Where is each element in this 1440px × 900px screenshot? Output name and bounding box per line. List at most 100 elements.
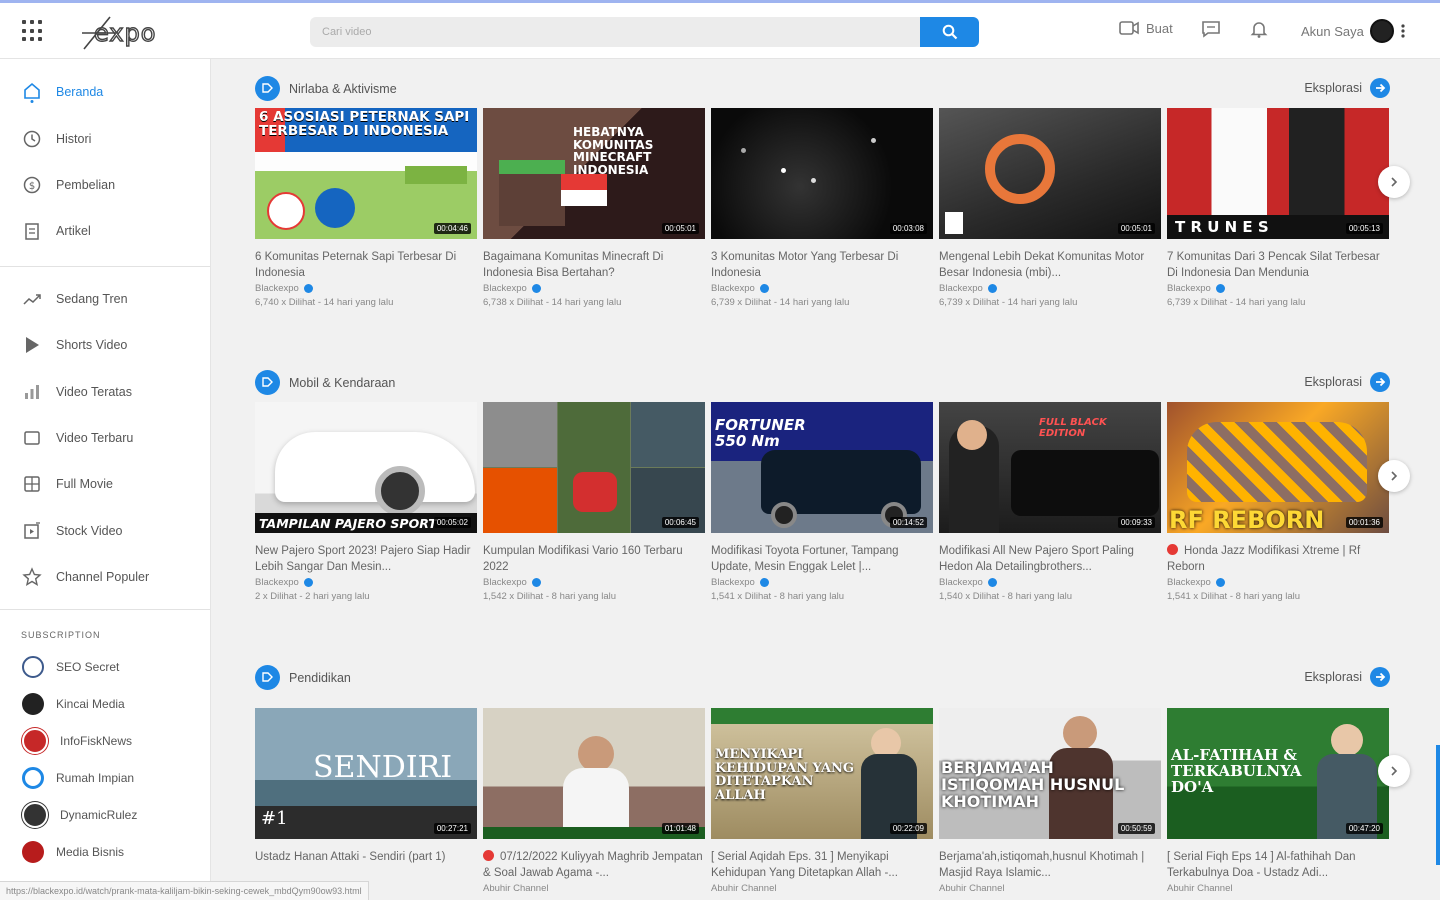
history-icon (23, 130, 41, 148)
video-title[interactable]: 6 Komunitas Peternak Sapi Terbesar Di In… (255, 249, 477, 281)
video-card[interactable]: FORTUNER 550 Nm 00:14:52 Modifikasi Toyo… (711, 402, 933, 602)
sidebar-item-video-teratas[interactable]: Video Teratas (20, 380, 132, 404)
video-thumbnail[interactable]: SENDIRI #1 00:27:21 (255, 708, 477, 839)
video-card[interactable]: SENDIRI #1 00:27:21 Ustadz Hanan Attaki … (255, 708, 477, 883)
channel-name[interactable]: Blackexpo (939, 283, 983, 294)
sidebar-item-pembelian[interactable]: $ Pembelian (20, 173, 115, 197)
channel-name[interactable]: Blackexpo (1167, 577, 1211, 588)
search-button[interactable] (920, 17, 979, 47)
video-card[interactable]: BERJAMA'AH ISTIQOMAH HUSNUL KHOTIMAH 00:… (939, 708, 1161, 894)
messages-button[interactable] (1200, 19, 1222, 39)
channel-name[interactable]: Blackexpo (255, 283, 299, 294)
video-title[interactable]: 7 Komunitas Dari 3 Pencak Silat Terbesar… (1167, 249, 1389, 281)
video-title[interactable]: Modifikasi Toyota Fortuner, Tampang Upda… (711, 543, 933, 575)
video-title[interactable]: [ Serial Aqidah Eps. 31 ] Menyikapi Kehi… (711, 849, 933, 881)
video-stats: 1,540 x Dilihat - 8 hari yang lalu (939, 591, 1073, 602)
video-card[interactable]: 00:03:08 3 Komunitas Motor Yang Terbesar… (711, 108, 933, 308)
account-menu[interactable]: Akun Saya (1301, 19, 1406, 43)
video-thumbnail[interactable]: AL-FATIHAH & TERKABULNYA DO'A 00:47:20 (1167, 708, 1389, 839)
sidebar-item-channel-populer[interactable]: Channel Populer (20, 565, 149, 589)
explore-link[interactable]: Eksplorasi (1304, 372, 1390, 392)
video-card[interactable]: AL-FATIHAH & TERKABULNYA DO'A 00:47:20 [… (1167, 708, 1389, 894)
video-card[interactable]: 6 ASOSIASI PETERNAK SAPI TERBESAR DI IND… (255, 108, 477, 308)
subscription-item-dynamicrulez[interactable]: DynamicRulez (22, 802, 137, 828)
sidebar-item-video-terbaru[interactable]: Video Terbaru (20, 426, 133, 450)
avatar (22, 802, 48, 828)
sidebar-item-histori[interactable]: Histori (20, 127, 91, 151)
video-card[interactable]: FULL BLACK EDITION 00:09:33 Modifikasi A… (939, 402, 1161, 602)
section-nirlaba-aktivisme: Nirlaba & Aktivisme Eksplorasi 6 ASOSIAS… (255, 76, 1415, 370)
video-title[interactable]: Mengenal Lebih Dekat Komunitas Motor Bes… (939, 249, 1161, 281)
video-card[interactable]: RF REBORN 00:01:36 Honda Jazz Modifikasi… (1167, 402, 1389, 602)
subscription-item-kincai-media[interactable]: Kincai Media (22, 693, 125, 715)
sidebar-item-beranda[interactable]: Beranda (20, 80, 103, 104)
channel-name[interactable]: Blackexpo (255, 577, 299, 588)
video-title[interactable]: [ Serial Fiqh Eps 14 ] Al-fathihah Dan T… (1167, 849, 1389, 881)
verified-icon (987, 578, 997, 587)
video-thumbnail[interactable]: T R U N E S 00:05:13 (1167, 108, 1389, 239)
channel-name[interactable]: Abuhir Channel (1167, 883, 1233, 894)
notifications-button[interactable] (1249, 19, 1269, 39)
sidebar-item-stock-video[interactable]: Stock Video (20, 519, 122, 543)
video-title[interactable]: 3 Komunitas Motor Yang Terbesar Di Indon… (711, 249, 933, 281)
video-title[interactable]: Bagaimana Komunitas Minecraft Di Indones… (483, 249, 705, 281)
video-card[interactable]: 00:05:01 Mengenal Lebih Dekat Komunitas … (939, 108, 1161, 308)
video-card[interactable]: 00:06:45 Kumpulan Modifikasi Vario 160 T… (483, 402, 705, 602)
explore-link[interactable]: Eksplorasi (1304, 667, 1390, 687)
account-avatar[interactable] (1369, 19, 1394, 43)
video-title[interactable]: Honda Jazz Modifikasi Xtreme | Rf Reborn (1167, 543, 1389, 575)
channel-name[interactable]: Blackexpo (939, 577, 983, 588)
video-thumbnail[interactable]: 00:06:45 (483, 402, 705, 533)
explore-link[interactable]: Eksplorasi (1304, 78, 1390, 98)
subscription-item-media-bisnis[interactable]: Media Bisnis (22, 841, 124, 863)
video-thumbnail[interactable]: 00:03:08 (711, 108, 933, 239)
subscription-item-rumah-impian[interactable]: Rumah Impian (22, 767, 134, 789)
more-vertical-icon[interactable] (1400, 23, 1406, 39)
carousel-next-button[interactable] (1378, 755, 1410, 787)
video-card[interactable]: 01:01:48 07/12/2022 Kuliyyah Maghrib Jem… (483, 708, 705, 894)
channel-name[interactable]: Blackexpo (483, 577, 527, 588)
video-title[interactable]: New Pajero Sport 2023! Pajero Siap Hadir… (255, 543, 477, 575)
sidebar-item-artikel[interactable]: Artikel (20, 219, 91, 243)
video-title[interactable]: Berjama'ah,istiqomah,husnul Khotimah | M… (939, 849, 1161, 881)
sidebar-item-sedang-tren[interactable]: Sedang Tren (20, 287, 128, 311)
scrollbar-thumb[interactable] (1436, 745, 1440, 865)
channel-name[interactable]: Abuhir Channel (711, 883, 777, 894)
channel-name[interactable]: Blackexpo (1167, 283, 1211, 294)
video-title[interactable]: Ustadz Hanan Attaki - Sendiri (part 1) (255, 849, 477, 881)
video-thumbnail[interactable]: HEBATNYA KOMUNITAS MINECRAFT INDONESIA 0… (483, 108, 705, 239)
video-thumbnail[interactable]: 00:05:01 (939, 108, 1161, 239)
video-thumbnail[interactable]: BERJAMA'AH ISTIQOMAH HUSNUL KHOTIMAH 00:… (939, 708, 1161, 839)
video-thumbnail[interactable]: FULL BLACK EDITION 00:09:33 (939, 402, 1161, 533)
subscription-item-seo-secret[interactable]: SEO Secret (22, 656, 119, 678)
video-thumbnail[interactable]: FORTUNER 550 Nm 00:14:52 (711, 402, 933, 533)
search-input[interactable]: Cari video (310, 17, 920, 47)
apps-grid-icon[interactable] (22, 20, 44, 42)
expo-logo[interactable]: expo (80, 11, 186, 53)
video-thumbnail[interactable]: 6 ASOSIASI PETERNAK SAPI TERBESAR DI IND… (255, 108, 477, 239)
channel-name[interactable]: Blackexpo (711, 577, 755, 588)
video-title[interactable]: Modifikasi All New Pajero Sport Paling H… (939, 543, 1161, 575)
carousel-next-button[interactable] (1378, 166, 1410, 198)
video-thumbnail[interactable]: RF REBORN 00:01:36 (1167, 402, 1389, 533)
video-card[interactable]: HEBATNYA KOMUNITAS MINECRAFT INDONESIA 0… (483, 108, 705, 308)
video-thumbnail[interactable]: 01:01:48 (483, 708, 705, 839)
channel-name[interactable]: Abuhir Channel (939, 883, 1005, 894)
sidebar-item-full-movie[interactable]: Full Movie (20, 472, 113, 496)
video-title[interactable]: Kumpulan Modifikasi Vario 160 Terbaru 20… (483, 543, 705, 575)
explore-label: Eksplorasi (1304, 670, 1362, 684)
channel-name[interactable]: Blackexpo (711, 283, 755, 294)
video-title[interactable]: 07/12/2022 Kuliyyah Maghrib Jempatan & S… (483, 849, 705, 881)
carousel-next-button[interactable] (1378, 460, 1410, 492)
video-card[interactable]: TAMPILAN PAJERO SPORT 00:05:02 New Pajer… (255, 402, 477, 602)
sidebar-item-shorts-video[interactable]: Shorts Video (20, 333, 127, 357)
subscription-item-infofisknews[interactable]: InfoFiskNews (22, 728, 132, 754)
channel-name[interactable]: Abuhir Channel (483, 883, 549, 894)
video-thumbnail[interactable]: MENYIKAPI KEHIDUPAN YANG DITETAPKAN ALLA… (711, 708, 933, 839)
create-button[interactable]: Buat (1118, 19, 1173, 37)
channel-name[interactable]: Blackexpo (483, 283, 527, 294)
video-card[interactable]: T R U N E S 00:05:13 7 Komunitas Dari 3 … (1167, 108, 1389, 308)
video-card[interactable]: MENYIKAPI KEHIDUPAN YANG DITETAPKAN ALLA… (711, 708, 933, 894)
verified-icon (303, 578, 313, 587)
video-thumbnail[interactable]: TAMPILAN PAJERO SPORT 00:05:02 (255, 402, 477, 533)
